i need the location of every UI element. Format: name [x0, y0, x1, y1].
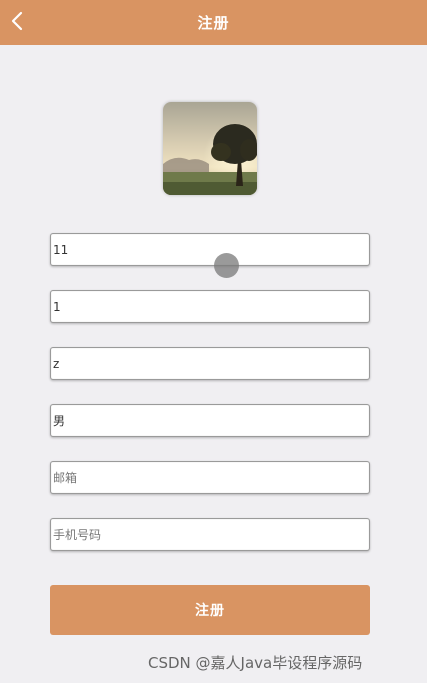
screen-edge: [427, 0, 433, 683]
back-button[interactable]: [4, 6, 30, 36]
field-3[interactable]: [50, 347, 370, 380]
field-2[interactable]: [50, 290, 370, 323]
phone-field[interactable]: [50, 518, 370, 551]
app-header: 注册: [0, 0, 427, 45]
avatar-image[interactable]: [163, 102, 257, 195]
register-button[interactable]: 注册: [50, 585, 370, 635]
landscape-image: [163, 102, 257, 195]
chevron-left-icon: [11, 11, 23, 31]
gender-field[interactable]: [50, 404, 370, 437]
field-1[interactable]: [50, 233, 370, 266]
page-title: 注册: [197, 14, 230, 32]
email-field[interactable]: [50, 461, 370, 494]
register-screen: 注册 11 1 z 男 邮箱 手机号码 注册 CSDN @嘉人Java毕设程序源…: [0, 0, 427, 683]
watermark-text: CSDN @嘉人Java毕设程序源码: [148, 654, 363, 672]
